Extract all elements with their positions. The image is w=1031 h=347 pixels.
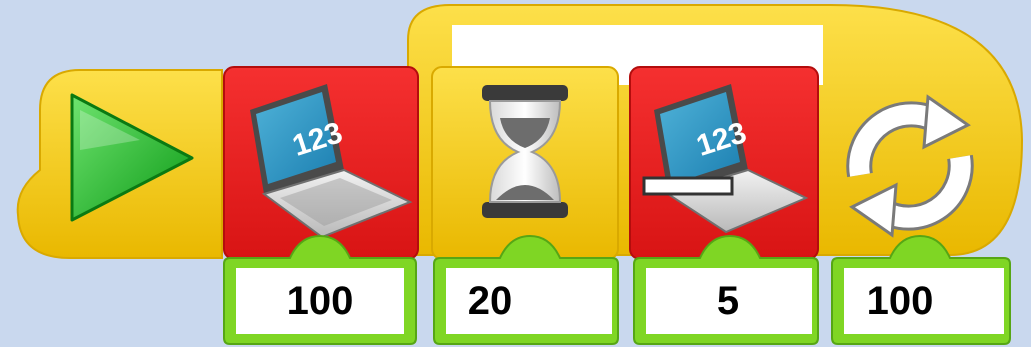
start-block[interactable] — [16, 69, 223, 259]
program-canvas: 123 123 100 20 5 100 — [16, 4, 1024, 345]
wait-block[interactable] — [431, 66, 619, 260]
input-value[interactable]: 20 — [468, 279, 513, 323]
minus-sign-icon — [642, 176, 734, 196]
display-block[interactable]: 123 — [223, 66, 419, 260]
input-value[interactable]: 100 — [867, 279, 934, 323]
subtract-block[interactable]: 123 — [629, 66, 819, 260]
input-value[interactable]: 100 — [287, 279, 354, 323]
input-value[interactable]: 5 — [717, 279, 739, 323]
